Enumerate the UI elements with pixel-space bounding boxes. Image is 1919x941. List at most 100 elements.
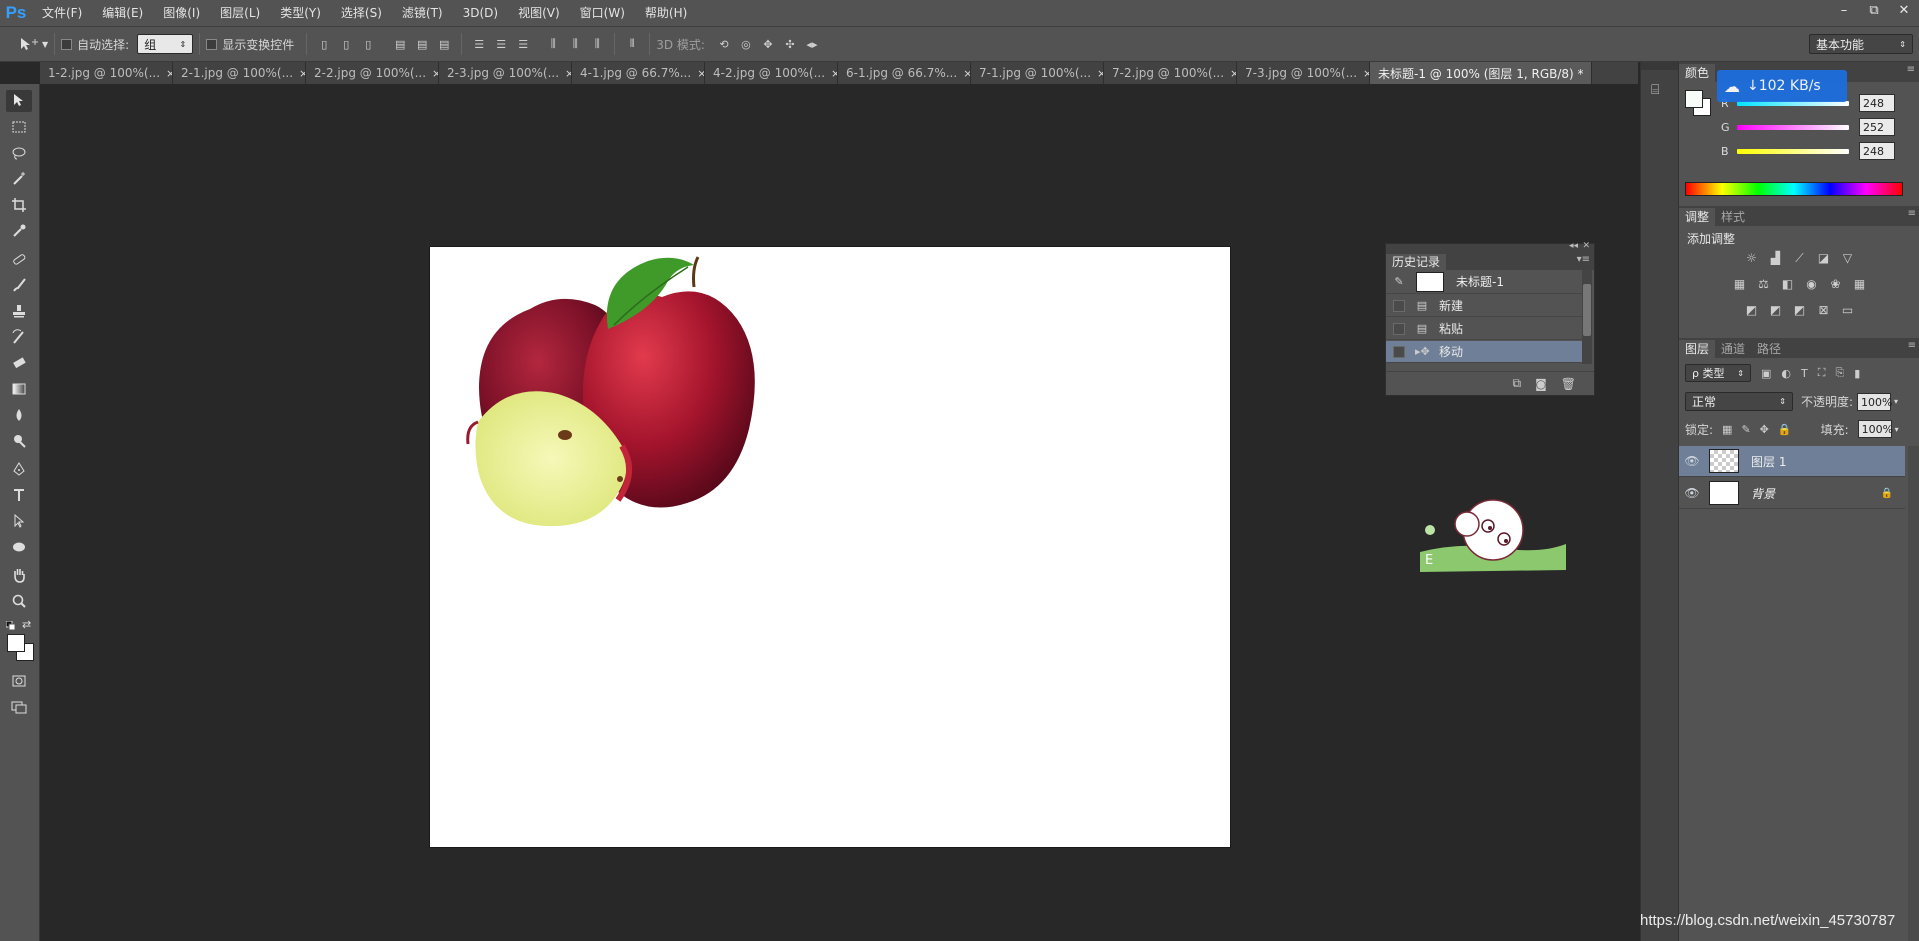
tab-history[interactable]: 历史记录 [1386, 254, 1447, 270]
history-item[interactable]: ▤ 新建 [1386, 295, 1582, 317]
exposure-icon[interactable]: ◪ [1816, 250, 1832, 266]
workspace-dropdown[interactable]: 基本功能 ⇕ [1809, 34, 1913, 54]
menu-view[interactable]: 视图(V) [508, 0, 570, 26]
align-left-icon[interactable]: ▤ [392, 36, 408, 52]
marquee-tool-icon[interactable] [6, 116, 32, 138]
default-colors-icon[interactable] [5, 620, 16, 631]
vibrance-icon[interactable]: ▽ [1840, 250, 1856, 266]
tab-7-2[interactable]: 7-2.jpg @ 100%(... × [1104, 62, 1237, 84]
menu-select[interactable]: 选择(S) [331, 0, 392, 26]
menu-help[interactable]: 帮助(H) [635, 0, 697, 26]
menu-image[interactable]: 图像(I) [153, 0, 210, 26]
brightness-icon[interactable]: ☼ [1744, 250, 1760, 266]
lock-all-icon[interactable]: 🔒 [1778, 423, 1792, 436]
network-speed-widget[interactable]: ☁ ↓102 KB/s [1717, 70, 1847, 102]
menu-filter[interactable]: 滤镜(T) [392, 0, 453, 26]
distribute-hcenter-icon[interactable]: ⫼ [567, 36, 583, 52]
foreground-color-swatch[interactable] [1685, 90, 1703, 108]
black-white-icon[interactable]: ◧ [1780, 276, 1796, 292]
color-balance-icon[interactable]: ⚖ [1756, 276, 1772, 292]
layer-filter-dropdown[interactable]: ρ 类型 ⇕ [1685, 364, 1751, 382]
visibility-eye-icon[interactable]: 👁 [1679, 454, 1705, 468]
color-lookup-icon[interactable]: ▦ [1852, 276, 1868, 292]
filter-shape-icon[interactable]: ⛶ [1818, 366, 1826, 380]
magic-wand-tool-icon[interactable] [6, 168, 32, 190]
fill-value[interactable]: 100% [1857, 420, 1893, 438]
blue-value[interactable]: 248 [1859, 142, 1895, 160]
pen-tool-icon[interactable] [6, 458, 32, 480]
posterize-icon[interactable]: ◩ [1768, 302, 1784, 318]
type-tool-icon[interactable] [6, 484, 32, 506]
zoom-tool-icon[interactable] [6, 590, 32, 612]
align-top-icon[interactable]: ▯ [316, 36, 332, 52]
tab-styles[interactable]: 样式 [1715, 208, 1751, 226]
tab-layers[interactable]: 图层 [1679, 340, 1716, 358]
tab-2-1[interactable]: 2-1.jpg @ 100%(... × [173, 62, 306, 84]
restore-button[interactable]: ⧉ [1859, 0, 1889, 20]
panel-menu-icon[interactable]: ≡ [1908, 208, 1916, 219]
hue-saturation-icon[interactable]: ▦ [1732, 276, 1748, 292]
eyedropper-tool-icon[interactable] [6, 220, 32, 242]
tab-close-icon[interactable]: × [565, 67, 571, 80]
photo-filter-icon[interactable]: ◉ [1804, 276, 1820, 292]
tab-untitled-1[interactable]: 未标题-1 @ 100% (图层 1, RGB/8) * × [1370, 62, 1592, 84]
filter-adjustment-icon[interactable]: ◐ [1781, 367, 1791, 380]
menu-type[interactable]: 类型(Y) [270, 0, 331, 26]
distribute-top-icon[interactable]: ☰ [471, 36, 487, 52]
tab-close-icon[interactable]: × [1590, 67, 1591, 80]
tab-4-1[interactable]: 4-1.jpg @ 66.7%... × [572, 62, 705, 84]
screen-mode-icon[interactable] [6, 696, 32, 718]
history-item[interactable]: ▤ 粘贴 [1386, 318, 1582, 340]
filter-type-icon[interactable]: T [1801, 367, 1808, 380]
tab-adjustments[interactable]: 调整 [1679, 208, 1716, 226]
visibility-eye-icon[interactable]: 👁 [1679, 486, 1705, 500]
close-window-button[interactable]: ✕ [1889, 0, 1919, 20]
align-hcenter-icon[interactable]: ▤ [414, 36, 430, 52]
align-vcenter-icon[interactable]: ▯ [338, 36, 354, 52]
curves-icon[interactable]: ⟋ [1792, 250, 1808, 266]
tab-7-1[interactable]: 7-1.jpg @ 100%(... × [971, 62, 1104, 84]
close-panel-icon[interactable]: ✕ [1582, 241, 1590, 251]
align-bottom-icon[interactable]: ▯ [360, 36, 376, 52]
distribute-bottom-icon[interactable]: ☰ [515, 36, 531, 52]
history-scrollbar[interactable] [1582, 270, 1592, 364]
history-brush-tool-icon[interactable] [6, 326, 32, 348]
blue-slider[interactable]: B 248 [1721, 142, 1895, 160]
color-ramp[interactable] [1685, 182, 1903, 196]
align-right-icon[interactable]: ▤ [436, 36, 452, 52]
opacity-value[interactable]: 100% [1857, 392, 1893, 411]
history-source-checkbox[interactable] [1393, 345, 1405, 358]
filter-smart-object-icon[interactable]: ⎘ [1835, 366, 1844, 380]
history-item[interactable]: ▸✥ 移动 [1386, 341, 1582, 363]
tab-2-2[interactable]: 2-2.jpg @ 100%(... × [306, 62, 439, 84]
tab-close-icon[interactable]: × [697, 67, 704, 80]
tab-7-3[interactable]: 7-3.jpg @ 100%(... × [1237, 62, 1370, 84]
panel-menu-icon[interactable]: ≡ [1907, 64, 1915, 75]
brush-tool-icon[interactable] [6, 274, 32, 296]
selective-color-icon[interactable]: ⊠ [1816, 302, 1832, 318]
distribute-left-icon[interactable]: ⫼ [545, 36, 561, 52]
3d-roll-icon[interactable]: ◎ [738, 36, 754, 52]
layer-row-background[interactable]: 👁 背景 🔒 [1679, 478, 1905, 509]
menu-layer[interactable]: 图层(L) [210, 0, 270, 26]
history-brush-source-icon[interactable]: ✎ [1392, 275, 1406, 288]
tab-6-1[interactable]: 6-1.jpg @ 66.7%... × [838, 62, 971, 84]
opacity-arrow-icon[interactable]: ▾ [1894, 397, 1898, 406]
blur-tool-icon[interactable] [6, 404, 32, 426]
history-source-checkbox[interactable] [1393, 299, 1405, 312]
tab-4-2[interactable]: 4-2.jpg @ 100%(... × [705, 62, 838, 84]
collapse-icon[interactable]: ◂◂ [1569, 241, 1578, 251]
panel-menu-icon[interactable]: ≡ [1908, 340, 1916, 351]
panel-menu-icon[interactable]: ▾≡ [1577, 254, 1590, 265]
tab-color[interactable]: 颜色 [1679, 64, 1716, 82]
move-tool-icon[interactable] [6, 90, 32, 112]
tab-paths[interactable]: 路径 [1751, 340, 1787, 358]
lock-position-icon[interactable]: ✥ [1760, 423, 1769, 436]
red-value[interactable]: 248 [1859, 94, 1895, 112]
invert-icon[interactable]: ◩ [1744, 302, 1760, 318]
swap-colors-icon[interactable]: ⇄ [22, 618, 31, 631]
history-panel-icon[interactable]: ⌸ [1651, 82, 1659, 98]
show-transform-checkbox[interactable] [206, 38, 218, 50]
document-canvas[interactable] [430, 247, 1230, 847]
lock-image-icon[interactable]: ✎ [1741, 423, 1750, 436]
